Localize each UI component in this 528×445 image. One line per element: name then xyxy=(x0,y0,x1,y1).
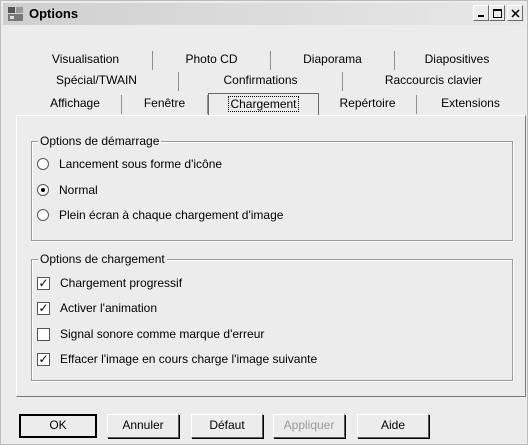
close-icon xyxy=(510,8,520,18)
checkbox-box[interactable] xyxy=(37,327,50,341)
help-button[interactable]: Aide xyxy=(357,414,429,438)
window-title: Options xyxy=(29,6,79,21)
tab-raccourcis-clavier[interactable]: Raccourcis clavier xyxy=(343,72,524,91)
tab-repertoire[interactable]: Repértoire xyxy=(319,95,417,114)
checkbox-enable-animation[interactable]: ✓ Activer l'animation xyxy=(37,301,157,315)
radio-indicator-selected[interactable] xyxy=(37,184,49,196)
startup-options-group: Options de démarrage xyxy=(31,134,513,241)
checkbox-error-beep[interactable]: Signal sonore comme marque d'erreur xyxy=(37,327,264,341)
maximize-button[interactable] xyxy=(489,5,505,21)
tab-photo-cd[interactable]: Photo CD xyxy=(153,51,271,70)
maximize-icon xyxy=(492,8,502,18)
radio-indicator[interactable] xyxy=(37,158,49,170)
ok-button[interactable]: OK xyxy=(19,414,97,438)
checkbox-box[interactable]: ✓ xyxy=(37,301,50,315)
loading-options-legend: Options de chargement xyxy=(38,252,167,266)
cancel-button[interactable]: Annuler xyxy=(107,414,179,438)
minimize-icon xyxy=(478,15,484,17)
tab-visualisation[interactable]: Visualisation xyxy=(19,51,153,70)
radio-normal[interactable]: Normal xyxy=(37,183,98,197)
startup-options-legend: Options de démarrage xyxy=(38,134,162,148)
checkbox-clear-image[interactable]: ✓ Effacer l'image en cours charge l'imag… xyxy=(37,352,317,366)
close-button[interactable] xyxy=(507,5,523,21)
tab-special-twain[interactable]: Spécial/TWAIN xyxy=(15,72,179,91)
tab-fenetre[interactable]: Fenêtre xyxy=(122,95,208,114)
checkbox-progressive-loading[interactable]: ✓ Chargement progressif xyxy=(37,276,182,290)
tab-diapositives[interactable]: Diapositives xyxy=(395,51,519,70)
app-icon xyxy=(8,7,23,21)
tab-diaporama[interactable]: Diaporama xyxy=(271,51,395,70)
checkbox-box[interactable]: ✓ xyxy=(37,352,50,366)
radio-indicator[interactable] xyxy=(37,209,49,221)
default-button[interactable]: Défaut xyxy=(191,414,263,438)
radio-fullscreen[interactable]: Plein écran à chaque chargement d'image xyxy=(37,208,283,222)
options-dialog: Options Visualisation Photo CD Diaporama… xyxy=(0,0,528,445)
title-bar[interactable]: Options xyxy=(3,3,525,25)
tab-extensions[interactable]: Extensions xyxy=(417,95,524,114)
minimize-button[interactable] xyxy=(473,5,489,21)
checkbox-box[interactable]: ✓ xyxy=(37,276,50,290)
apply-button[interactable]: Appliquer xyxy=(273,414,345,438)
tab-confirmations[interactable]: Confirmations xyxy=(179,72,343,91)
tab-chargement[interactable]: Chargement xyxy=(208,93,319,115)
radio-iconized[interactable]: Lancement sous forme d'icône xyxy=(37,157,222,171)
tab-affichage[interactable]: Affichage xyxy=(29,95,122,114)
